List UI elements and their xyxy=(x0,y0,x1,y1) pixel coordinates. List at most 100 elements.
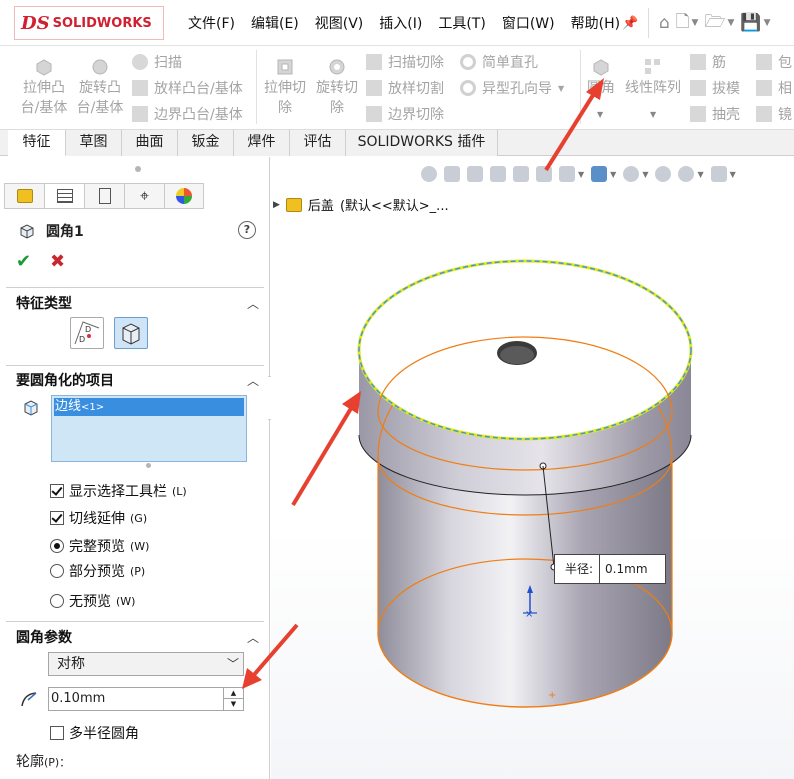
chevron-down-icon[interactable]: ▼ xyxy=(597,110,603,119)
lofted-cut-button[interactable]: 放样切割 xyxy=(366,78,444,98)
menu-file[interactable]: 文件(F) xyxy=(180,13,243,33)
sweep-button[interactable]: 扫描 xyxy=(132,52,182,72)
collapse-chevron-icon[interactable]: ︿ xyxy=(247,629,259,646)
spin-down-icon[interactable]: ▼ xyxy=(224,699,243,710)
extrude-cut-button[interactable]: 拉伸切 除 xyxy=(262,56,308,118)
loft-boss-button[interactable]: 放样凸台/基体 xyxy=(132,78,243,98)
revolve-boss-button[interactable]: 旋转凸 台/基体 xyxy=(74,56,126,118)
tab-features[interactable]: 特征 xyxy=(8,130,66,156)
wrap-button[interactable]: 包 xyxy=(756,52,792,72)
shell-button[interactable]: 抽壳 xyxy=(690,104,740,124)
tab-addins[interactable]: SOLIDWORKS 插件 xyxy=(346,130,498,156)
boundary-boss-button[interactable]: 边界凸台/基体 xyxy=(132,104,243,124)
menu-insert[interactable]: 插入(I) xyxy=(371,13,430,33)
dimxpert-tab[interactable]: ⌖ xyxy=(124,183,164,209)
no-preview-radio[interactable] xyxy=(50,594,64,608)
radius-callout[interactable]: 半径: 0.1mm xyxy=(554,554,666,584)
linear-pattern-button[interactable]: 线性阵列 xyxy=(622,56,684,98)
collapse-chevron-icon[interactable]: ︿ xyxy=(247,295,259,312)
partial-preview-label: 部分预览 xyxy=(69,564,125,580)
tangent-propagation-checkbox[interactable] xyxy=(50,511,64,525)
spin-up-icon[interactable]: ▲ xyxy=(224,688,243,699)
panel-grip-dot[interactable] xyxy=(135,166,141,172)
mirror-button[interactable]: 镜 xyxy=(756,104,792,124)
menu-help[interactable]: 帮助(H) xyxy=(563,13,628,33)
full-preview-radio[interactable] xyxy=(50,539,64,553)
partial-preview-option[interactable]: 部分预览 (P) xyxy=(50,561,145,581)
partial-preview-radio[interactable] xyxy=(50,564,64,578)
edge-item-label: 边线 xyxy=(55,399,82,414)
simple-hole-button[interactable]: 简单直孔 xyxy=(460,52,538,72)
full-preview-option[interactable]: 完整预览 (W) xyxy=(50,536,149,556)
pin-icon[interactable]: 📌 xyxy=(622,16,638,31)
display-manager-tab[interactable] xyxy=(164,183,204,209)
ok-check-icon[interactable]: ✔ xyxy=(16,251,31,272)
show-toolbar-checkbox[interactable] xyxy=(50,484,64,498)
feature-tree-icon xyxy=(16,189,33,203)
configuration-manager-tab[interactable] xyxy=(84,183,124,209)
collapse-chevron-icon[interactable]: ︿ xyxy=(247,372,259,389)
intersect-label: 相 xyxy=(778,81,792,97)
fillet-xpert-button[interactable] xyxy=(114,317,148,349)
graphics-area[interactable]: ▼ ▼ ▼ ▼ ▼ ▶ 后盖 (默认<<默认>_... × + 半径: 0.1m… xyxy=(271,157,794,779)
callout-label: 半径: xyxy=(555,555,601,583)
ds-logo-mark: DS xyxy=(21,12,50,34)
draft-label: 拔模 xyxy=(712,81,740,97)
wrap-label: 包 xyxy=(778,55,792,71)
list-resize-grip[interactable] xyxy=(146,463,151,468)
show-toolbar-option[interactable]: 显示选择工具栏 (L) xyxy=(50,481,187,501)
chevron-down-icon[interactable]: ▼ xyxy=(558,84,564,93)
edge-list-item[interactable]: 边线<1> xyxy=(54,398,244,416)
menu-tools[interactable]: 工具(T) xyxy=(430,13,493,33)
extrude-boss-button[interactable]: 拉伸凸 台/基体 xyxy=(18,56,70,118)
radius-icon xyxy=(21,692,37,707)
boundary-cut-button[interactable]: 边界切除 xyxy=(366,104,444,124)
chevron-down-icon[interactable]: ▼ xyxy=(691,18,698,28)
hole-wizard-label: 异型孔向导 xyxy=(482,81,552,97)
tab-evaluate[interactable]: 评估 xyxy=(290,130,346,156)
rib-icon xyxy=(690,54,706,70)
home-icon[interactable]: ⌂ xyxy=(659,13,670,33)
intersect-button[interactable]: 相 xyxy=(756,78,792,98)
sweep-icon xyxy=(132,54,148,70)
cancel-x-icon[interactable]: ✖ xyxy=(50,251,65,272)
tangent-propagation-option[interactable]: 切线延伸 (G) xyxy=(50,508,147,528)
rib-button[interactable]: 筋 xyxy=(690,52,726,72)
fillet-button[interactable]: 圆角 xyxy=(586,56,616,98)
chevron-down-icon[interactable]: ▼ xyxy=(727,18,734,28)
multi-radius-checkbox[interactable] xyxy=(50,726,64,740)
manual-fillet-button[interactable]: DD xyxy=(70,317,104,349)
chevron-down-icon[interactable]: ▼ xyxy=(650,110,656,119)
revolve-cut-button[interactable]: 旋转切 除 xyxy=(314,56,360,118)
menu-edit[interactable]: 编辑(E) xyxy=(243,13,307,33)
hole-wizard-icon xyxy=(460,80,476,96)
menu-view[interactable]: 视图(V) xyxy=(307,13,372,33)
hole-wizard-button[interactable]: 异型孔向导 ▼ xyxy=(460,78,564,98)
help-icon[interactable]: ? xyxy=(238,221,256,239)
no-preview-label: 无预览 xyxy=(69,594,111,610)
partial-preview-shortcut: (P) xyxy=(130,564,146,578)
save-icon[interactable]: 💾 xyxy=(740,13,761,33)
multi-radius-option[interactable]: 多半径圆角 xyxy=(50,723,139,743)
callout-value[interactable]: 0.1mm xyxy=(600,562,647,576)
open-folder-icon[interactable]: 🗁 xyxy=(704,9,725,38)
property-manager-tab[interactable] xyxy=(44,183,84,209)
radius-spinner[interactable]: ▲ ▼ xyxy=(223,688,243,710)
tab-sheet-metal[interactable]: 钣金 xyxy=(178,130,234,156)
swept-cut-button[interactable]: 扫描切除 xyxy=(366,52,444,72)
draft-button[interactable]: 拔模 xyxy=(690,78,740,98)
menu-window[interactable]: 窗口(W) xyxy=(494,13,563,33)
tab-sketch[interactable]: 草图 xyxy=(66,130,122,156)
tab-weldments[interactable]: 焊件 xyxy=(234,130,290,156)
fillet-method-select[interactable]: 对称 ﹀ xyxy=(48,652,244,676)
solidworks-logo[interactable]: DS SOLIDWORKS xyxy=(14,6,164,40)
edge-selection-list[interactable]: 边线<1> xyxy=(51,395,247,462)
cylinder-model[interactable]: × + xyxy=(271,157,794,779)
feature-manager-tab[interactable] xyxy=(4,183,44,209)
no-preview-option[interactable]: 无预览 (W) xyxy=(50,591,135,611)
new-document-icon[interactable]: 🗋 xyxy=(676,9,690,38)
radius-input[interactable]: 0.10mm ▲ ▼ xyxy=(48,687,244,711)
items-to-fillet-heading: 要圆角化的项目 xyxy=(16,373,114,389)
chevron-down-icon[interactable]: ▼ xyxy=(764,18,771,28)
tab-surfaces[interactable]: 曲面 xyxy=(122,130,178,156)
